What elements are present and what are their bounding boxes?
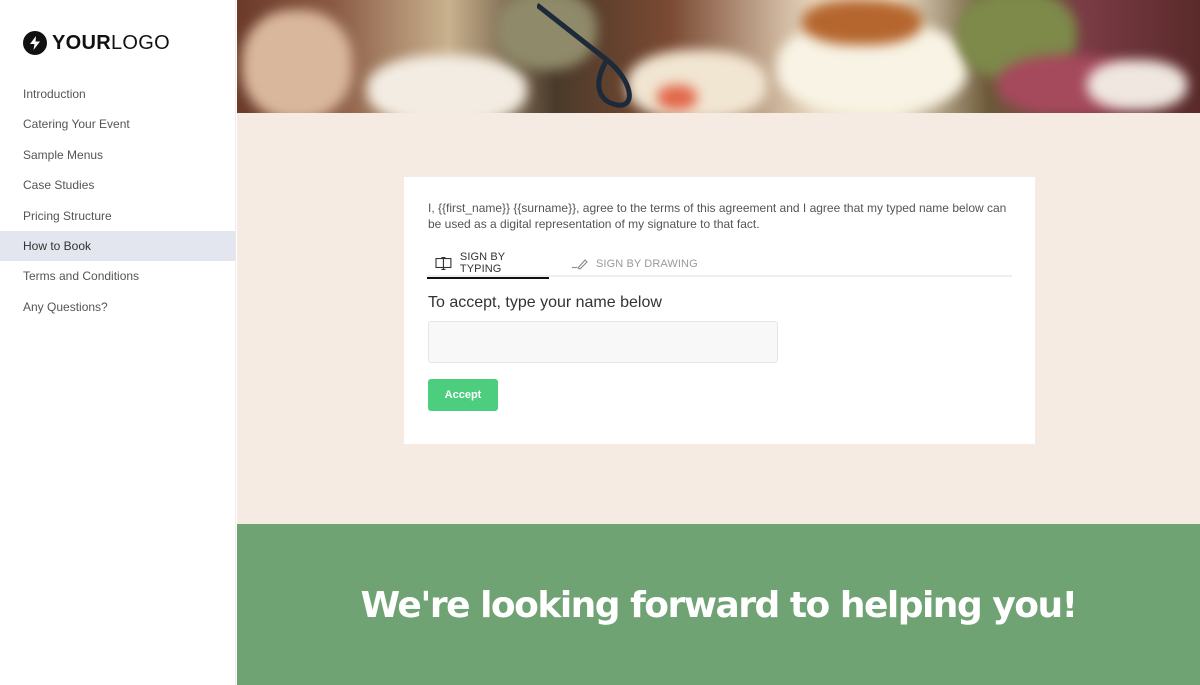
logo-text-bold: YOUR <box>52 31 111 54</box>
main-content: I, {{first_name}} {{surname}}, agree to … <box>237 0 1200 685</box>
agreement-text: I, {{first_name}} {{surname}}, agree to … <box>428 201 1007 231</box>
name-field-label: To accept, type your name below <box>428 294 662 311</box>
tab-sign-by-typing[interactable]: SIGN BY TYPING <box>427 251 549 279</box>
sidebar-item-case-studies[interactable]: Case Studies <box>0 170 236 200</box>
sidebar: YOURLOGO Introduction Catering Your Even… <box>0 0 236 685</box>
sidebar-item-terms-and-conditions[interactable]: Terms and Conditions <box>0 261 236 291</box>
signature-card: I, {{first_name}} {{surname}}, agree to … <box>404 177 1035 444</box>
sidebar-item-sample-menus[interactable]: Sample Menus <box>0 140 236 170</box>
tab-sign-by-typing-label: SIGN BY TYPING <box>459 251 506 275</box>
tab-sign-by-drawing-label: SIGN BY DRAWING <box>596 258 698 270</box>
footer-message: We're looking forward to helping you! <box>360 585 1079 626</box>
sidebar-item-catering-your-event[interactable]: Catering Your Event <box>0 109 236 139</box>
hero-banner-image <box>237 0 1200 113</box>
lightning-bolt-icon <box>23 31 47 55</box>
sidebar-item-how-to-book[interactable]: How to Book <box>0 230 236 262</box>
footer-banner: We're looking forward to helping you! <box>237 524 1200 685</box>
keyboard-cursor-icon <box>435 256 452 270</box>
logo-text: YOURLOGO <box>52 32 170 55</box>
sidebar-nav: Introduction Catering Your Event Sample … <box>0 79 236 322</box>
logo-text-regular: LOGO <box>110 31 170 54</box>
sidebar-item-introduction[interactable]: Introduction <box>0 79 236 109</box>
content-area: I, {{first_name}} {{surname}}, agree to … <box>237 113 1200 524</box>
signature-tabs: SIGN BY TYPING SIGN BY DRAWING <box>427 251 1012 279</box>
sidebar-item-pricing-structure[interactable]: Pricing Structure <box>0 201 236 231</box>
tab-sign-by-drawing[interactable]: SIGN BY DRAWING <box>571 251 698 277</box>
sidebar-item-any-questions[interactable]: Any Questions? <box>0 292 236 322</box>
logo[interactable]: YOURLOGO <box>23 31 170 55</box>
typed-name-input[interactable] <box>428 321 778 363</box>
accept-button[interactable]: Accept <box>428 379 498 411</box>
pen-signature-icon <box>571 258 588 270</box>
